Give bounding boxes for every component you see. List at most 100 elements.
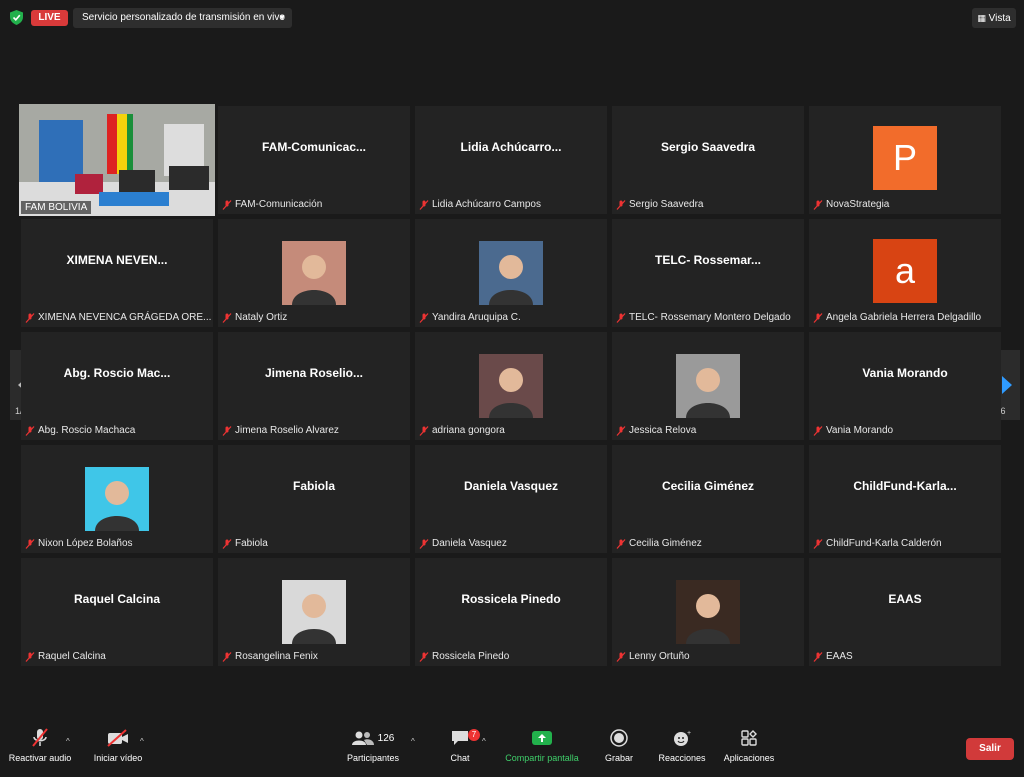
participant-tile[interactable]: Cecilia Giménez Cecilia Giménez	[612, 445, 804, 553]
participant-display-name: Raquel Calcina	[73, 592, 161, 606]
view-label: Vista	[988, 13, 1011, 24]
participant-tile[interactable]: Rossicela Pinedo Rossicela Pinedo	[415, 558, 607, 666]
participant-tile[interactable]: Daniela Vasquez Daniela Vasquez	[415, 445, 607, 553]
participant-display-name: TELC- Rossemar...	[654, 253, 762, 267]
record-label: Grabar	[604, 753, 633, 763]
participant-gallery: FAM BOLIVIA FAM-Comunicac... FAM-Comunicac…	[19, 104, 1004, 667]
stream-service-label: Servicio personalizado de transmisión en…	[82, 12, 285, 23]
participant-name-label: Fabiola	[235, 538, 268, 549]
participant-tile[interactable]: Sergio Saavedra Sergio Saavedra	[612, 106, 804, 214]
participant-name-label: Lenny Ortuño	[629, 651, 690, 662]
chat-label: Chat	[450, 753, 470, 763]
chat-unread-badge: 7	[468, 729, 480, 741]
participant-display-name: Daniela Vasquez	[463, 479, 559, 493]
avatar-photo	[282, 241, 346, 305]
participant-tile[interactable]: ChildFund-Karla... ChildFund-Karla Calder…	[809, 445, 1001, 553]
record-button[interactable]: Grabar	[600, 725, 638, 763]
view-button[interactable]: ▦ Vista	[972, 8, 1016, 28]
participant-tile[interactable]: FAM-Comunicac... FAM-Comunicación	[218, 106, 410, 214]
participant-display-name: FAM-Comunicac...	[261, 140, 366, 154]
participant-name-label: Daniela Vasquez	[432, 538, 507, 549]
avatar-photo	[479, 354, 543, 418]
active-speaker-tile[interactable]: FAM BOLIVIA	[19, 104, 215, 216]
participants-icon	[351, 731, 374, 745]
stream-service-dropdown[interactable]: Servicio personalizado de transmisión en…	[73, 8, 292, 28]
start-video-button[interactable]: Iniciar vídeo	[90, 725, 146, 763]
video-options-chevron-icon[interactable]: ^	[140, 737, 144, 746]
participant-tile[interactable]: Jimena Roselio... Jimena Roselio Alvarez	[218, 332, 410, 440]
participant-tile[interactable]: Nixon López Bolaños	[21, 445, 213, 553]
participant-name-label: FAM BOLIVIA	[21, 201, 92, 214]
avatar: a	[873, 239, 937, 303]
participant-display-name: Jimena Roselio...	[264, 366, 364, 380]
participant-name-label: Sergio Saavedra	[629, 199, 704, 210]
participant-display-name: XIMENA NEVEN...	[66, 253, 168, 267]
participant-tile[interactable]: Vania Morando Vania Morando	[809, 332, 1001, 440]
participants-button[interactable]: 126 Participantes	[342, 725, 404, 763]
participant-tile[interactable]: TELC- Rossemar... TELC- Rossemary Montero…	[612, 219, 804, 327]
video-off-icon	[107, 729, 128, 747]
participants-options-chevron-icon[interactable]: ^	[411, 737, 415, 746]
avatar-photo	[85, 467, 149, 531]
share-screen-icon	[532, 731, 552, 745]
participant-name-label: Lidia Achúcarro Campos	[432, 199, 541, 210]
participant-tile[interactable]: Lidia Achúcarro... Lidia Achúcarro Campos	[415, 106, 607, 214]
leave-button[interactable]: Salir	[966, 738, 1014, 760]
share-screen-label: Compartir pantalla	[505, 753, 579, 763]
participant-display-name: Rossicela Pinedo	[461, 592, 561, 606]
participant-name-label: ChildFund-Karla Calderón	[826, 538, 942, 549]
participant-tile[interactable]: Nataly Ortiz	[218, 219, 410, 327]
participant-tile[interactable]: P NovaStrategia	[809, 106, 1001, 214]
chat-icon	[452, 731, 468, 745]
participant-tile[interactable]: Lenny Ortuño	[612, 558, 804, 666]
reactions-button[interactable]: + Reacciones	[656, 725, 708, 763]
shield-icon[interactable]	[10, 10, 23, 25]
participant-tile[interactable]: EAAS EAAS	[809, 558, 1001, 666]
unmute-label: Reactivar audio	[8, 753, 72, 763]
participant-display-name: Lidia Achúcarro...	[460, 140, 562, 154]
participant-name-label: Nataly Ortiz	[235, 312, 288, 323]
share-screen-button[interactable]: Compartir pantalla	[500, 725, 584, 763]
participant-tile[interactable]: Fabiola Fabiola	[218, 445, 410, 553]
grid-icon: ▦	[977, 13, 986, 23]
participant-tile[interactable]: Rosangelina Fenix	[218, 558, 410, 666]
avatar: P	[873, 126, 937, 190]
chevron-down-icon: ▼	[278, 13, 286, 22]
participant-display-name: EAAS	[888, 592, 922, 606]
participant-tile[interactable]: Raquel Calcina Raquel Calcina	[21, 558, 213, 666]
apps-label: Aplicaciones	[723, 753, 775, 763]
apps-button[interactable]: Aplicaciones	[718, 725, 780, 763]
chat-button[interactable]: 7 Chat	[442, 725, 480, 763]
speaker-video-feed	[19, 104, 215, 216]
meeting-toolbar: Reactivar audio ^ Iniciar vídeo ^ 126 Pa…	[0, 725, 1024, 777]
audio-options-chevron-icon[interactable]: ^	[66, 737, 70, 746]
svg-text:+: +	[687, 730, 691, 737]
muted-mic-icon	[32, 728, 48, 747]
live-badge[interactable]: LIVE	[31, 10, 68, 26]
participant-tile[interactable]: Yandira Aruquipa C.	[415, 219, 607, 327]
participant-name-label: Nixon López Bolaños	[38, 538, 133, 549]
participant-name-label: Raquel Calcina	[38, 651, 106, 662]
participant-name-label: Cecilia Giménez	[629, 538, 702, 549]
participant-tile[interactable]: a Angela Gabriela Herrera Delgadillo	[809, 219, 1001, 327]
participant-display-name: Abg. Roscio Mac...	[63, 366, 171, 380]
participant-tile[interactable]: Jessica Relova	[612, 332, 804, 440]
participant-display-name: Fabiola	[292, 479, 335, 493]
participant-name-label: Yandira Aruquipa C.	[432, 312, 521, 323]
reactions-label: Reacciones	[658, 753, 706, 763]
participant-tile[interactable]: XIMENA NEVEN... XIMENA NEVENCA GRÁGEDA OR…	[21, 219, 213, 327]
participant-display-name: Cecilia Giménez	[661, 479, 755, 493]
participant-name-label: EAAS	[826, 651, 853, 662]
chat-options-chevron-icon[interactable]: ^	[482, 737, 486, 746]
participant-tile[interactable]: Abg. Roscio Mac... Abg. Roscio Machaca	[21, 332, 213, 440]
participant-name-label: TELC- Rossemary Montero Delgado	[629, 312, 791, 323]
participant-name-label: adriana gongora	[432, 425, 505, 436]
meeting-top-bar: LIVE Servicio personalizado de transmisi…	[0, 0, 1024, 36]
participants-count: 126	[377, 732, 395, 744]
participant-name-label: Rossicela Pinedo	[432, 651, 510, 662]
participant-name-label: NovaStrategia	[826, 199, 890, 210]
participant-tile[interactable]: adriana gongora	[415, 332, 607, 440]
participant-name-label: Rosangelina Fenix	[235, 651, 318, 662]
participants-label: Participantes	[346, 753, 400, 763]
unmute-button[interactable]: Reactivar audio	[8, 725, 72, 763]
